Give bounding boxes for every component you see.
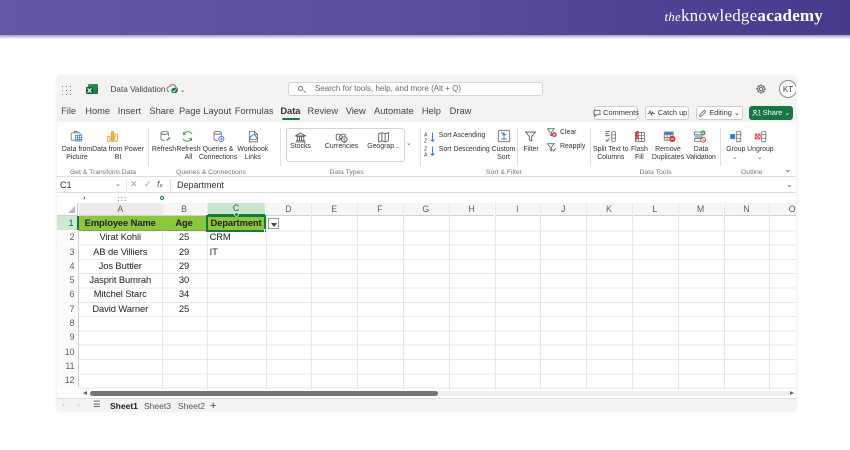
svg-text:A: A [424,152,428,158]
svg-text:A: A [424,132,428,138]
svg-text:Z: Z [424,138,428,144]
svg-text:Z: Z [424,146,428,152]
